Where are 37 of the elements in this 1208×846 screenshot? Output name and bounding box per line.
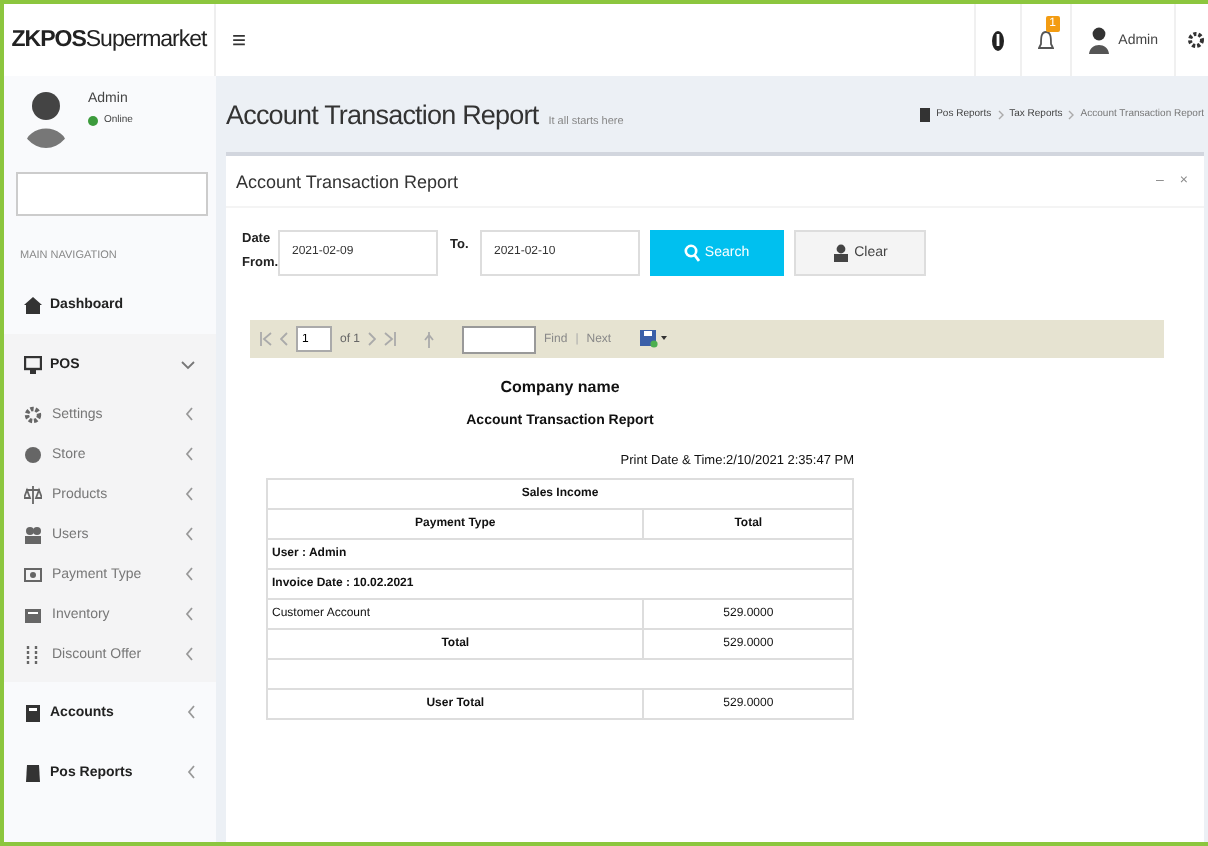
company-name: Company name [498,378,622,396]
chevron-left-icon [184,486,194,502]
chevron-left-icon [184,646,194,662]
menu-icon [24,645,42,663]
chevron-left-icon [184,606,194,622]
search-field[interactable] [16,172,208,216]
chevron-left-icon [184,526,194,542]
chevron-left-icon [184,446,194,462]
menu-icon [24,525,42,543]
page-title: Account Transaction Report [226,99,539,129]
nav-icon [24,295,42,313]
chevron-right-icon [1068,109,1075,119]
avatar-icon [1088,26,1111,54]
previous-page-icon [280,332,288,346]
find-field[interactable] [462,325,537,353]
panel-title: Account Transaction Report [236,171,459,191]
chevron-left-icon [184,566,194,582]
next-page-icon [368,332,377,346]
menu-icon [24,605,42,623]
settings-icon [1188,30,1204,50]
info-icon [992,29,1005,51]
menu-icon [24,485,42,503]
chevron-left-icon [184,406,194,422]
last-page-icon [384,332,397,346]
menu-icon [24,445,42,463]
nav-icon [24,355,42,373]
search-icon [684,243,701,261]
chevron-right-icon [997,109,1004,119]
document-icon [920,107,931,121]
menu-icon [24,565,42,583]
bell-icon [1038,29,1055,51]
menu-toggle[interactable]: ≡ [232,26,247,54]
menu-icon [24,405,42,423]
save-icon [639,330,668,348]
first-page-icon [260,332,272,346]
nav-icon [24,763,42,781]
nav-icon [24,703,42,721]
